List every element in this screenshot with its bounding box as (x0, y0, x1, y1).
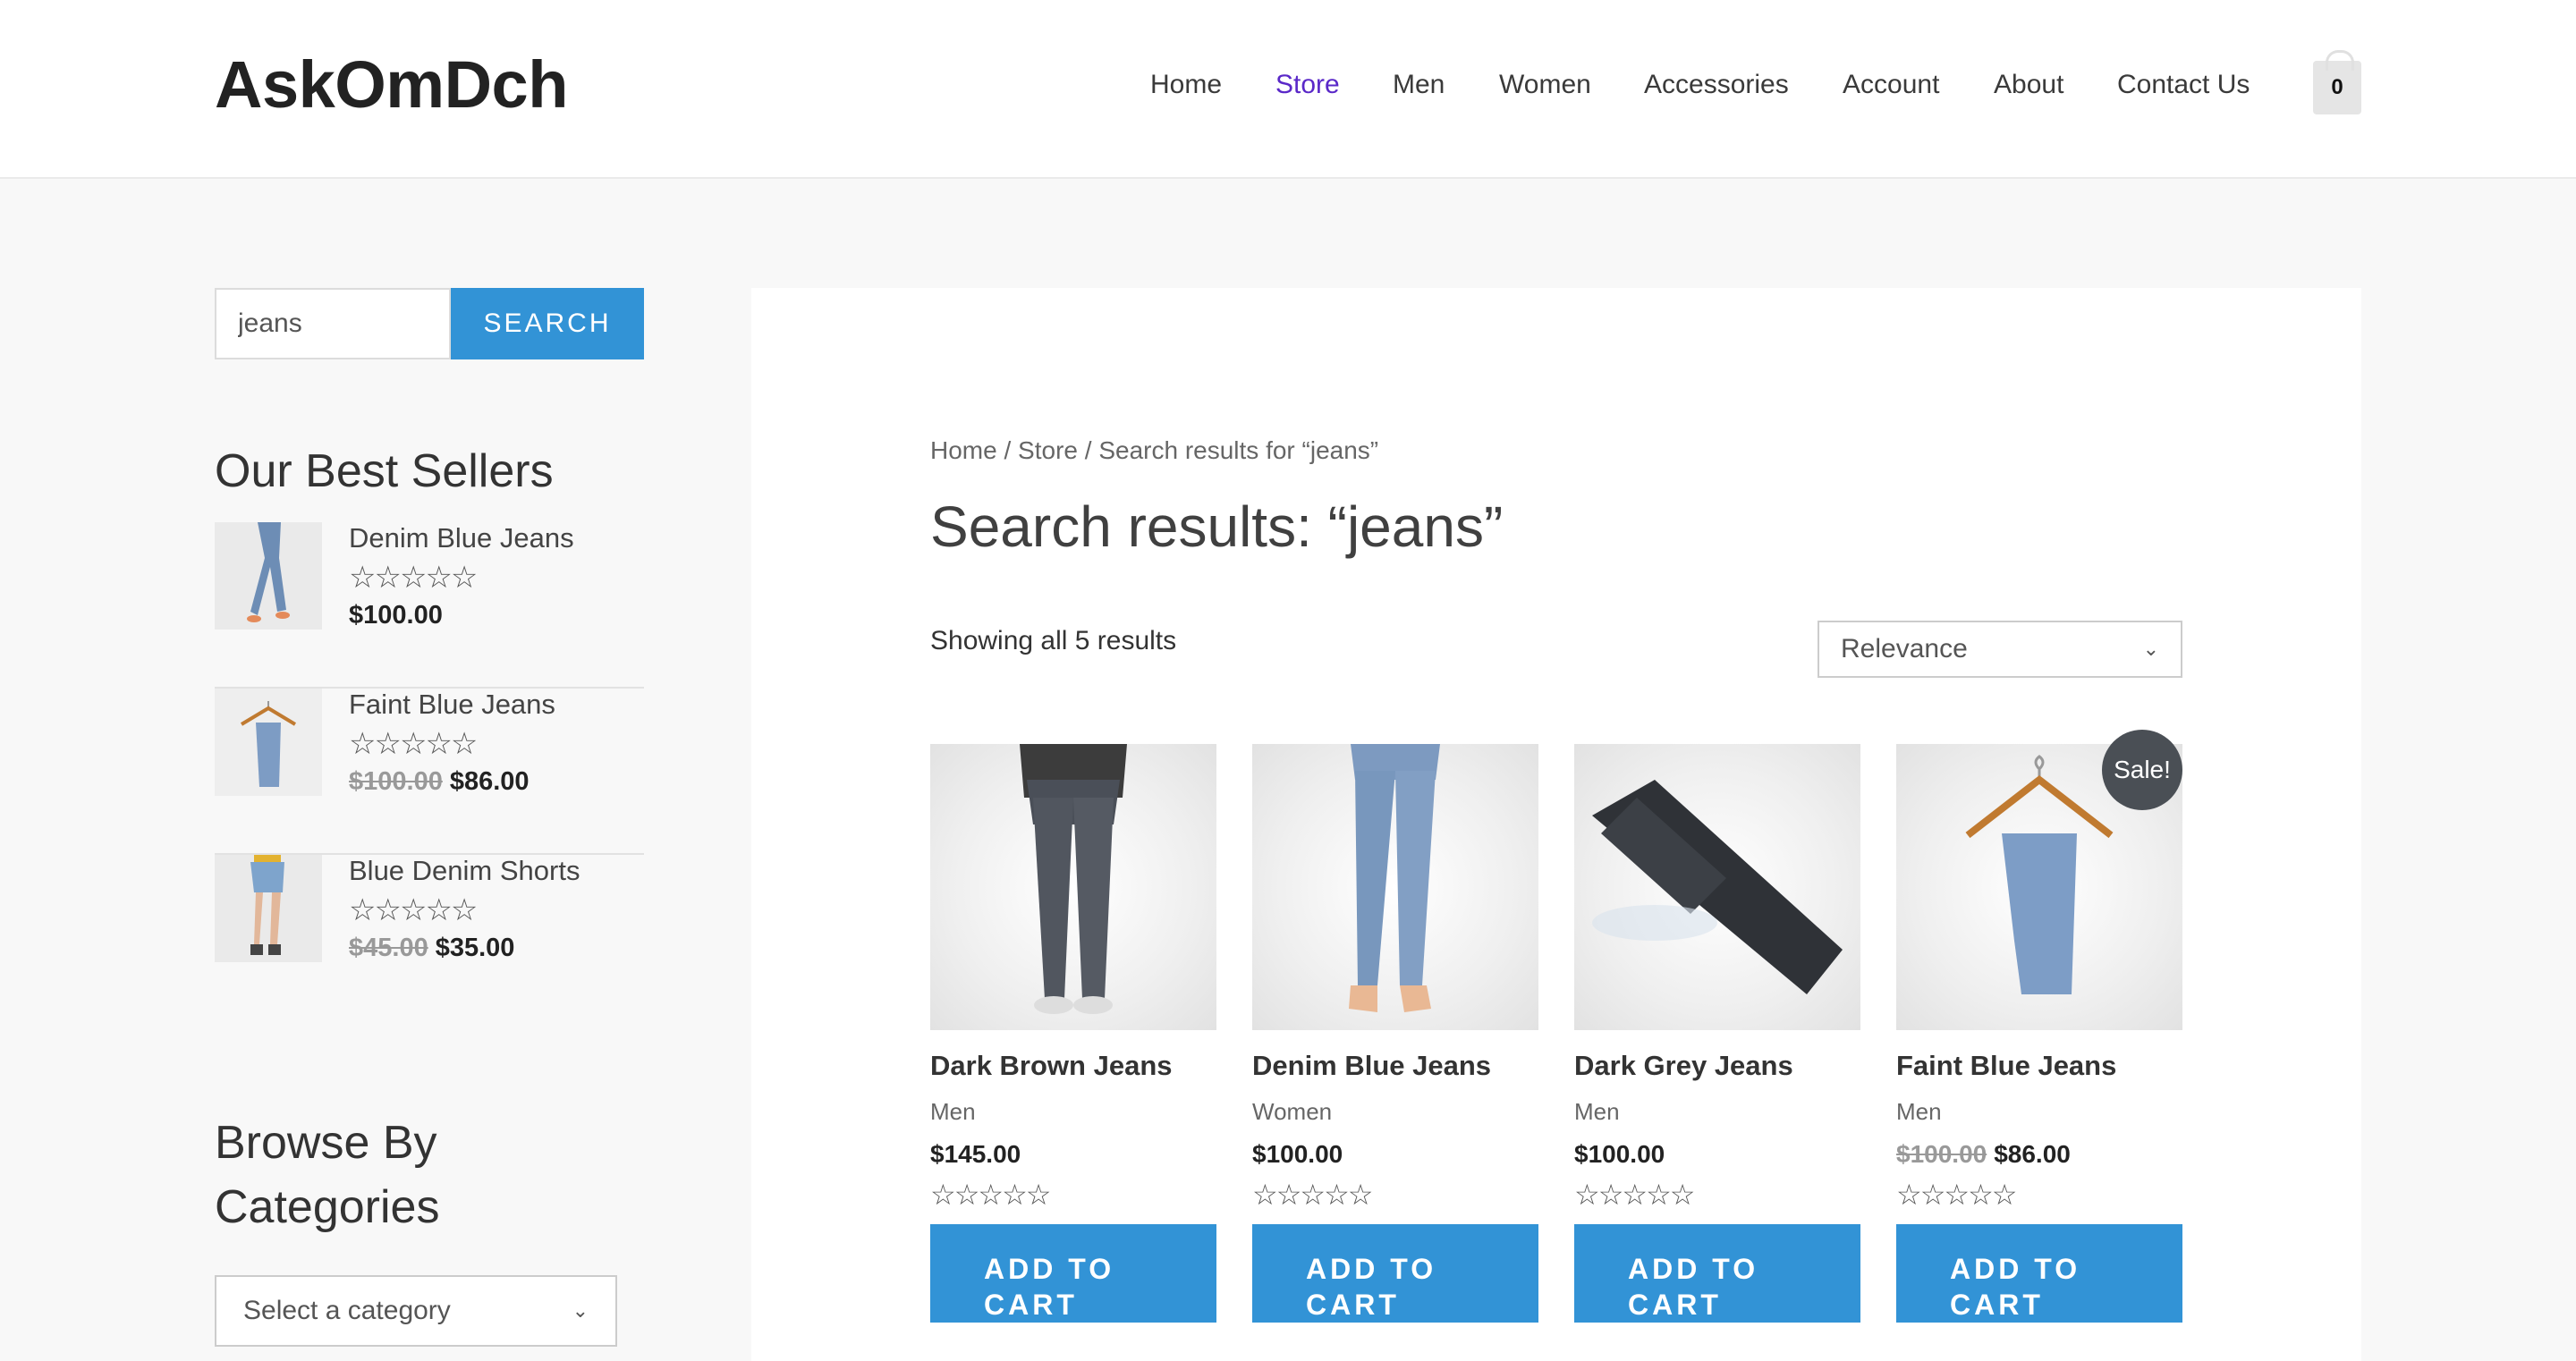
site-logo[interactable]: AskOmDch (215, 46, 568, 123)
price: $35.00 (435, 934, 515, 962)
best-seller-price: $45.00 $35.00 (349, 934, 514, 963)
breadcrumb-current: Search results for “jeans” (1098, 436, 1379, 464)
chevron-down-icon: ⌄ (572, 1299, 589, 1322)
category-select[interactable]: Select a category ⌄ (215, 1275, 617, 1347)
product-thumbnail[interactable] (215, 522, 322, 630)
sort-select-value: Relevance (1841, 634, 1968, 664)
categories-title: Browse By Categories (215, 1117, 440, 1233)
add-to-cart-button[interactable]: ADD TO CART (930, 1224, 1216, 1323)
chevron-down-icon: ⌄ (2142, 638, 2159, 660)
add-to-cart-button[interactable]: ADD TO CART (1574, 1224, 1860, 1323)
site-header: AskOmDch Home Store Men Women Accessorie… (0, 0, 2576, 179)
product-thumbnail[interactable] (215, 689, 322, 796)
best-seller-price: $100.00 $86.00 (349, 767, 530, 797)
best-seller-price: $100.00 (349, 601, 443, 630)
best-seller-name[interactable]: Blue Denim Shorts (349, 855, 580, 887)
star-rating: ☆☆☆☆☆ (1574, 1179, 1695, 1211)
results-count: Showing all 5 results (930, 626, 1177, 655)
nav-contact-us[interactable]: Contact Us (2117, 70, 2250, 100)
product-thumbnail[interactable] (215, 855, 322, 962)
nav-home[interactable]: Home (1150, 70, 1222, 100)
sort-select[interactable]: Relevance ⌄ (1818, 621, 2182, 678)
star-rating: ☆☆☆☆☆ (349, 893, 478, 927)
price: $100.00 (1252, 1140, 1343, 1168)
price: $145.00 (930, 1140, 1021, 1168)
best-seller-item: Denim Blue Jeans ☆☆☆☆☆ $100.00 (215, 522, 644, 689)
product-category: Men (1574, 1098, 1620, 1125)
product-card: Denim Blue Jeans Women $100.00 ☆☆☆☆☆ ADD… (1252, 744, 1538, 1323)
product-category: Men (930, 1098, 976, 1125)
best-sellers-title: Our Best Sellers (215, 445, 554, 497)
sidebar: SEARCH Our Best Sellers Denim Blue Jeans… (215, 288, 644, 1347)
add-to-cart-button[interactable]: ADD TO CART (1252, 1224, 1538, 1323)
search-input[interactable] (215, 288, 451, 359)
star-rating: ☆☆☆☆☆ (930, 1179, 1051, 1211)
product-card: Dark Brown Jeans Men $145.00 ☆☆☆☆☆ ADD T… (930, 744, 1216, 1323)
nav-account[interactable]: Account (1843, 70, 1939, 100)
nav-men[interactable]: Men (1393, 70, 1445, 100)
breadcrumb: Home / Store / Search results for “jeans… (930, 436, 1378, 465)
best-seller-item: Faint Blue Jeans ☆☆☆☆☆ $100.00 $86.00 (215, 689, 644, 855)
product-name[interactable]: Denim Blue Jeans (1252, 1050, 1538, 1082)
product-image[interactable] (1574, 744, 1860, 1030)
breadcrumb-home[interactable]: Home (930, 436, 997, 464)
best-sellers-list: Denim Blue Jeans ☆☆☆☆☆ $100.00 Faint Blu… (215, 522, 644, 1021)
product-image[interactable] (930, 744, 1216, 1030)
category-select-value: Select a category (243, 1296, 451, 1325)
product-category: Men (1896, 1098, 1942, 1125)
price: $86.00 (1994, 1140, 2071, 1168)
price: $86.00 (449, 767, 530, 796)
best-seller-name[interactable]: Faint Blue Jeans (349, 689, 555, 721)
old-price: $100.00 (349, 767, 443, 796)
price: $100.00 (349, 601, 443, 630)
best-seller-item: Blue Denim Shorts ☆☆☆☆☆ $45.00 $35.00 (215, 855, 644, 1021)
product-price: $145.00 (930, 1140, 1216, 1169)
product-price: $100.00 (1252, 1140, 1538, 1169)
old-price: $100.00 (1896, 1140, 1987, 1168)
product-name[interactable]: Dark Brown Jeans (930, 1050, 1216, 1082)
main-content: Home / Store / Search results for “jeans… (751, 288, 2361, 1361)
star-rating: ☆☆☆☆☆ (349, 727, 478, 761)
product-search: SEARCH (215, 288, 644, 359)
sale-badge: Sale! (2102, 730, 2182, 810)
product-image[interactable] (1252, 744, 1538, 1030)
star-rating: ☆☆☆☆☆ (1252, 1179, 1373, 1211)
product-card: Dark Grey Jeans Men $100.00 ☆☆☆☆☆ ADD TO… (1574, 744, 1860, 1323)
product-category: Women (1252, 1098, 1333, 1125)
breadcrumb-separator: / (996, 436, 1019, 464)
product-name[interactable]: Faint Blue Jeans (1896, 1050, 2182, 1082)
price: $100.00 (1574, 1140, 1665, 1168)
nav-about[interactable]: About (1994, 70, 2063, 100)
star-rating: ☆☆☆☆☆ (1896, 1179, 2017, 1211)
search-button[interactable]: SEARCH (451, 288, 644, 359)
nav-store[interactable]: Store (1275, 70, 1340, 100)
product-price: $100.00 (1574, 1140, 1860, 1169)
product-price: $100.00 $86.00 (1896, 1140, 2182, 1169)
add-to-cart-button[interactable]: ADD TO CART (1896, 1224, 2182, 1323)
product-name[interactable]: Dark Grey Jeans (1574, 1050, 1860, 1082)
star-rating: ☆☆☆☆☆ (349, 561, 478, 595)
old-price: $45.00 (349, 934, 428, 962)
nav-women[interactable]: Women (1499, 70, 1591, 100)
breadcrumb-store[interactable]: Store (1018, 436, 1078, 464)
page-title: Search results: “jeans” (930, 495, 1504, 559)
product-card: Sale! Faint Blue Jeans Men $100.00 $86.00… (1896, 730, 2182, 1323)
best-seller-name[interactable]: Denim Blue Jeans (349, 522, 574, 554)
nav-accessories[interactable]: Accessories (1644, 70, 1789, 100)
cart-count: 0 (2331, 75, 2343, 99)
breadcrumb-separator: / (1077, 436, 1099, 464)
shopping-bag-icon[interactable]: 0 (2313, 50, 2361, 114)
